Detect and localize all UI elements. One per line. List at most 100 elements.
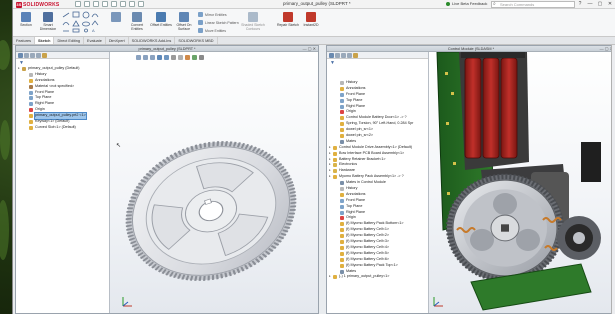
tree-item-label: Curved Slot<1> (Default) <box>35 124 76 129</box>
zoom-area-icon[interactable] <box>143 55 148 60</box>
repair-sketch-icon <box>283 12 293 22</box>
expand-arrow-icon[interactable]: ▸ <box>329 274 331 280</box>
print-icon[interactable] <box>102 1 108 7</box>
leaf-shape <box>0 40 10 70</box>
section-view-icon[interactable] <box>157 55 162 60</box>
display-manager-tab-icon[interactable] <box>42 53 47 58</box>
origin-icon <box>340 216 344 221</box>
heads-up-toolbar <box>136 55 204 60</box>
dimxpert-tab-icon[interactable] <box>347 53 352 58</box>
display-style-icon[interactable] <box>171 55 176 60</box>
annotations-icon <box>340 86 344 91</box>
command-manager: Section Smart Dimension A Convert Entiti… <box>13 9 615 37</box>
options-icon[interactable] <box>138 1 144 7</box>
sketch-tools-grid[interactable]: A <box>61 11 101 33</box>
part-feature-tree: ▸ primary_output_pulley (Default) History A… <box>18 66 108 131</box>
instant2d-button[interactable]: Instant2D <box>300 11 322 33</box>
scenes-icon[interactable] <box>192 55 197 60</box>
part-document-window[interactable]: primary_output_pulley (SLDPRT * — ▢ ✕ ▼ … <box>15 45 319 314</box>
mouse-cursor: ↖ <box>116 143 122 149</box>
component-icon <box>340 263 344 268</box>
app-logo: 3S SOLIDWORKS <box>16 1 59 8</box>
reference-triad <box>431 295 445 309</box>
plane-icon <box>340 98 344 103</box>
folder-icon <box>333 169 337 174</box>
tab-sketch[interactable]: Sketch <box>34 37 55 44</box>
control-module-assembly-model[interactable] <box>431 52 615 314</box>
subassembly-icon <box>333 175 337 180</box>
instant2d-icon <box>306 12 316 22</box>
view-settings-icon[interactable] <box>199 55 204 60</box>
offset-surface-icon <box>179 12 189 22</box>
tab-mbd[interactable]: SOLIDWORKS MBD <box>175 37 218 44</box>
assembly-feature-tree: History Annotations Front Plane Top Plane Ri… <box>329 80 427 280</box>
tab-addins[interactable]: SOLIDWORKS Add-Ins <box>129 37 176 44</box>
search-commands-input[interactable]: ⌕ Search Commands <box>491 1 575 8</box>
trim-button[interactable] <box>105 11 127 33</box>
component-icon <box>340 251 344 256</box>
tab-direct-editing[interactable]: Direct Editing <box>54 37 85 44</box>
leaf-shape <box>0 120 10 160</box>
component-icon <box>333 157 337 162</box>
offset-on-surface-button[interactable]: Offset On Surface <box>173 11 195 33</box>
property-manager-tab-icon[interactable] <box>24 53 29 58</box>
display-manager-tab-icon[interactable] <box>353 53 358 58</box>
shaded-contours-icon <box>248 12 258 22</box>
close-button[interactable]: ✕ <box>606 1 614 7</box>
plane-icon <box>29 96 33 101</box>
annotations-icon <box>29 78 33 83</box>
move-entities-button[interactable]: Move Entities <box>198 28 226 34</box>
mirror-entities-button[interactable]: Mirror Entities <box>198 12 227 18</box>
edit-appearance-icon[interactable] <box>185 55 190 60</box>
offset-entities-icon <box>156 12 166 22</box>
configuration-manager-tab-icon[interactable] <box>341 53 346 58</box>
folder-icon <box>333 163 337 168</box>
pulley-gear-model[interactable] <box>116 116 306 306</box>
save-icon[interactable] <box>93 1 99 7</box>
view-orientation-icon[interactable] <box>164 55 169 60</box>
linear-pattern-icon <box>198 20 203 25</box>
assembly-document-window[interactable]: Control Module (SLDASM * — ▢ ✕ ▼ History… <box>326 45 615 314</box>
property-manager-tab-icon[interactable] <box>335 53 340 58</box>
repair-sketch-button[interactable]: Repair Sketch <box>277 11 299 33</box>
task-pane <box>611 45 615 314</box>
feature-manager-tabs <box>16 52 109 59</box>
plane-icon <box>340 92 344 97</box>
open-icon[interactable] <box>84 1 90 7</box>
dimxpert-tab-icon[interactable] <box>36 53 41 58</box>
plane-icon <box>340 210 344 215</box>
previous-view-icon[interactable] <box>150 55 155 60</box>
tree-item[interactable]: ▸ (-) 1 primary_output_pulley<1> <box>329 274 427 280</box>
feature-tree-tab-icon[interactable] <box>18 53 23 58</box>
offset-entities-button[interactable]: Offset Entities <box>150 11 172 33</box>
minimize-button[interactable]: — <box>586 1 594 7</box>
new-icon[interactable] <box>75 1 81 7</box>
feature-tree-tab-icon[interactable] <box>329 53 334 58</box>
history-icon <box>340 187 344 192</box>
configuration-manager-tab-icon[interactable] <box>30 53 35 58</box>
feedback-label: Live Beta Feedback <box>452 1 488 6</box>
tree-item[interactable]: Curved Slot<1> (Default) <box>18 125 108 131</box>
shaded-sketch-contours-button[interactable]: Shaded Sketch Contours <box>241 11 265 33</box>
section-button[interactable]: Section <box>15 11 37 33</box>
linear-pattern-button[interactable]: Linear Sketch Pattern <box>198 20 239 26</box>
filter-icon[interactable]: ▼ <box>330 60 335 66</box>
window-controls: ? — ▢ ✕ <box>576 1 614 7</box>
select-icon[interactable] <box>120 1 126 7</box>
quick-access-toolbar <box>75 1 144 7</box>
maximize-button[interactable]: ▢ <box>596 1 604 7</box>
rebuild-icon[interactable] <box>129 1 135 7</box>
assembly-manager-tabs <box>327 52 428 59</box>
smart-dimension-button[interactable]: Smart Dimension <box>37 11 59 33</box>
convert-entities-button[interactable]: Convert Entities <box>125 11 149 33</box>
component-icon <box>340 122 344 127</box>
hide-show-icon[interactable] <box>178 55 183 60</box>
tab-evaluate[interactable]: Evaluate <box>84 37 106 44</box>
tab-features[interactable]: Features <box>13 37 35 44</box>
tab-dimxpert[interactable]: DimXpert <box>106 37 129 44</box>
help-button[interactable]: ? <box>576 1 584 7</box>
command-manager-tabs: Features Sketch Direct Editing Evaluate … <box>13 37 615 45</box>
zoom-fit-icon[interactable] <box>136 55 141 60</box>
undo-icon[interactable] <box>111 1 117 7</box>
live-beta-feedback-link[interactable]: Live Beta Feedback <box>446 1 487 6</box>
